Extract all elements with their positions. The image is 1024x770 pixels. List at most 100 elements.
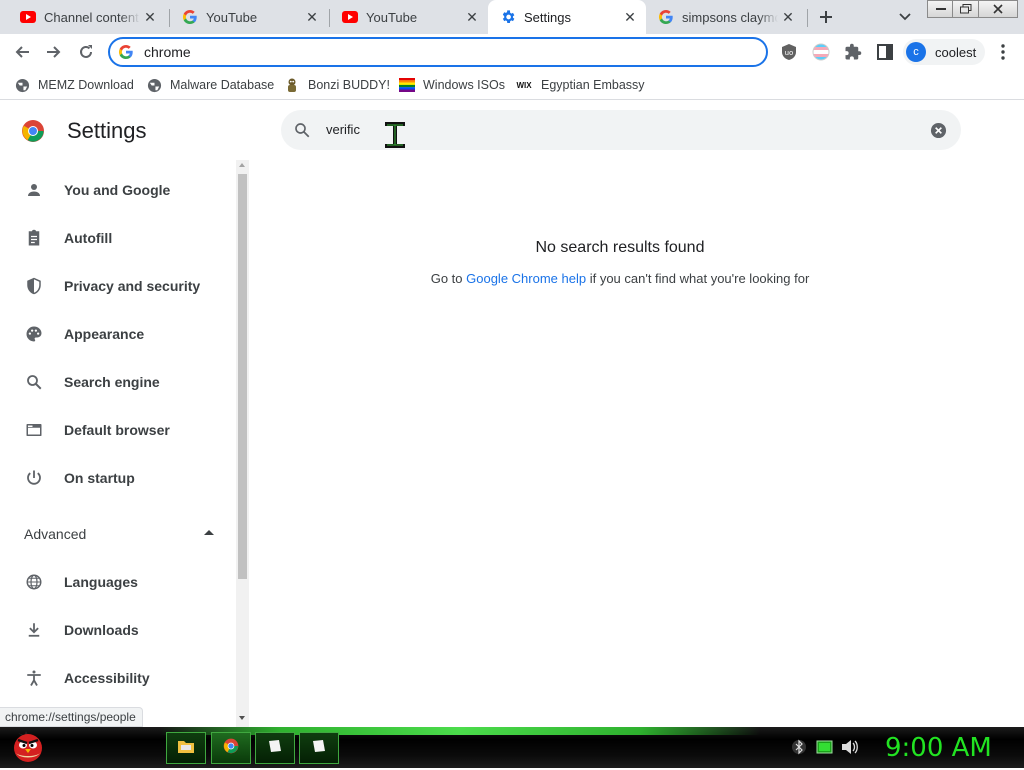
sidebar-item-accessibility[interactable]: Accessibility [0, 658, 236, 698]
bookmark-label: MEMZ Download [38, 78, 134, 92]
sidebar-item-search-engine[interactable]: Search engine [0, 362, 236, 402]
sidebar-item-privacy-and-security[interactable]: Privacy and security [0, 266, 236, 306]
minimize-button[interactable] [927, 0, 955, 18]
clear-search-icon[interactable] [930, 122, 947, 144]
restore-button[interactable] [952, 0, 980, 18]
taskbar-chrome[interactable] [211, 732, 251, 764]
text-cursor-icon [381, 122, 409, 155]
close-tab-icon[interactable]: ✕ [140, 7, 160, 27]
reload-button[interactable] [72, 38, 100, 66]
sidebar-item-you-and-google[interactable]: You and Google [0, 170, 236, 210]
bookmark-label: Malware Database [170, 78, 275, 92]
close-tab-icon[interactable]: ✕ [778, 7, 798, 27]
google-icon [118, 44, 134, 60]
sidebar-item-label: Search engine [64, 374, 160, 390]
close-tab-icon[interactable]: ✕ [302, 7, 322, 27]
omnibox[interactable]: chrome [108, 37, 768, 67]
taskbar [0, 727, 1024, 768]
taskbar-clock[interactable]: 9:00 AM [885, 733, 992, 763]
notepad-icon [267, 738, 283, 759]
taskbar-file-explorer[interactable] [166, 732, 206, 764]
shield-icon [24, 276, 44, 296]
bookmark-windows-isos[interactable]: Windows ISOs [399, 75, 505, 95]
scroll-up-arrow-icon[interactable] [239, 163, 245, 167]
tab-youtube[interactable]: YouTube ✕ [330, 0, 488, 34]
avatar: c [906, 42, 926, 62]
taskbar-notepad-1[interactable] [255, 732, 295, 764]
bookmarks-bar: MEMZ Download Malware Database Bonzi BUD… [0, 70, 1024, 100]
search-icon [24, 372, 44, 392]
tab-settings[interactable]: Settings ✕ [488, 0, 646, 34]
bookmark-label: Windows ISOs [423, 78, 505, 92]
menu-kebab-icon[interactable] [991, 40, 1015, 64]
globe-icon [24, 572, 44, 592]
advanced-section-toggle[interactable]: Advanced [24, 526, 86, 542]
close-tab-icon[interactable]: ✕ [462, 7, 482, 27]
accessibility-icon [24, 668, 44, 688]
profile-name: coolest [935, 44, 977, 60]
sidebar-item-on-startup[interactable]: On startup [0, 458, 236, 498]
sidebar-item-label: You and Google [64, 182, 171, 198]
clipboard-icon [24, 228, 44, 248]
sidebar-item-languages[interactable]: Languages [0, 562, 236, 602]
folder-icon [177, 738, 195, 759]
bookmark-malware-database[interactable]: Malware Database [146, 75, 274, 95]
sidebar-item-label: Downloads [64, 622, 139, 638]
help-prefix: Go to [430, 271, 467, 286]
globe-icon [14, 77, 30, 93]
sidebar-scrollbar[interactable] [236, 160, 249, 727]
tab-channel-content[interactable]: Channel content - ✕ [8, 0, 166, 34]
sidebar-item-label: Appearance [64, 326, 145, 342]
close-tab-icon[interactable]: ✕ [620, 7, 640, 27]
extensions-puzzle-icon[interactable] [841, 40, 865, 64]
close-window-button[interactable] [978, 0, 1018, 18]
tab-strip: Channel content - ✕ YouTube ✕ YouTube ✕ … [0, 0, 1024, 34]
sidebar-item-autofill[interactable]: Autofill [0, 218, 236, 258]
bonzi-icon [284, 77, 300, 93]
rainbow-flag-icon [399, 77, 415, 93]
tab-title: simpsons claymo [682, 9, 778, 25]
profile-button[interactable]: c coolest [903, 39, 985, 65]
trans-flag-extension-icon[interactable] [809, 40, 833, 64]
bookmark-label: Egyptian Embassy [541, 78, 645, 92]
tab-search-chevron-icon[interactable] [893, 6, 917, 28]
tray-volume-icon[interactable] [840, 739, 858, 760]
globe-icon [146, 77, 162, 93]
bookmark-label: Bonzi BUDDY! [308, 78, 390, 92]
ublock-extension-icon[interactable]: uo [777, 40, 801, 64]
tray-battery-icon[interactable] [816, 740, 834, 759]
tab-youtube-google[interactable]: YouTube ✕ [170, 0, 328, 34]
forward-button[interactable] [40, 38, 68, 66]
sidebar-item-appearance[interactable]: Appearance [0, 314, 236, 354]
sidebar-item-default-browser[interactable]: Default browser [0, 410, 236, 450]
side-panel-icon[interactable] [873, 40, 897, 64]
status-bubble: chrome://settings/people [0, 707, 143, 727]
youtube-icon [342, 9, 358, 25]
tab-title: YouTube [366, 9, 418, 25]
back-button[interactable] [8, 38, 36, 66]
search-icon [293, 121, 311, 144]
scroll-down-arrow-icon[interactable] [239, 716, 245, 720]
bookmark-bonzi-buddy[interactable]: Bonzi BUDDY! [284, 75, 390, 95]
settings-search-field[interactable]: verific [281, 110, 961, 150]
tab-separator [807, 9, 808, 27]
sidebar-item-label: Languages [64, 574, 138, 590]
sidebar-item-label: Privacy and security [64, 278, 201, 294]
tray-bluetooth-icon[interactable] [791, 739, 807, 760]
bookmark-memz-download[interactable]: MEMZ Download [14, 75, 134, 95]
chrome-icon [223, 738, 239, 759]
sidebar-item-label: Accessibility [64, 670, 150, 686]
palette-icon [24, 324, 44, 344]
help-link[interactable]: Google Chrome help [466, 271, 586, 286]
bookmark-egyptian-embassy[interactable]: WIX Egyptian Embassy [515, 75, 645, 95]
taskbar-notepad-2[interactable] [299, 732, 339, 764]
tab-simpsons[interactable]: simpsons claymo ✕ [646, 0, 804, 34]
sidebar-item-downloads[interactable]: Downloads [0, 610, 236, 650]
tab-title: Settings [524, 9, 571, 25]
omnibox-text: chrome [144, 44, 191, 60]
scrollbar-thumb[interactable] [238, 174, 247, 579]
collapse-arrow-icon[interactable] [204, 530, 214, 535]
start-button-angry-bird-icon[interactable] [8, 725, 48, 765]
download-icon [24, 620, 44, 640]
new-tab-button[interactable] [814, 5, 838, 29]
